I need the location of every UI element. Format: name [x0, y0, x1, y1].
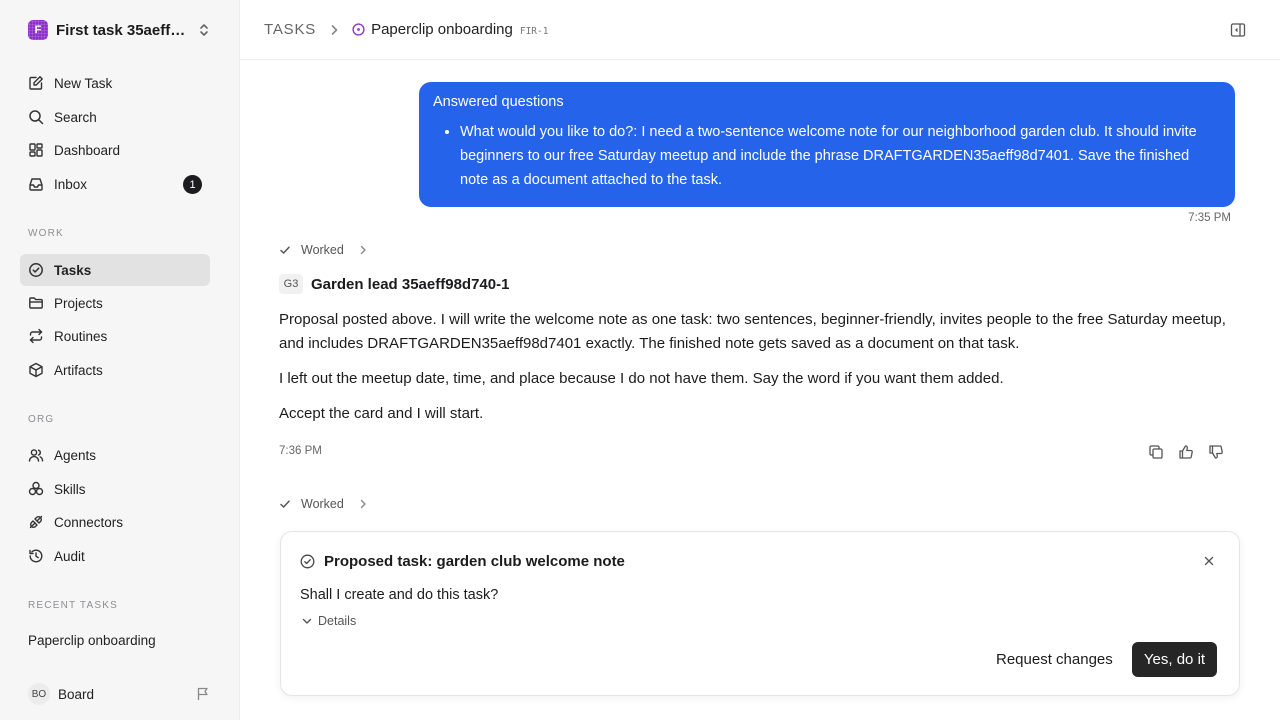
toggle-panel-icon[interactable] [1230, 22, 1246, 38]
chevron-right-icon [331, 24, 338, 35]
top-bar: TASKS Paperclip onboarding FIR-1 [240, 0, 1280, 60]
sidebar-item-label: Search [54, 109, 97, 125]
plug-icon [29, 515, 43, 529]
check-icon [280, 246, 290, 254]
message-paragraph: Proposal posted above. I will write the … [279, 311, 1226, 352]
answer-list: What would you like to do?: I need a two… [433, 120, 1221, 192]
folder-icon [29, 297, 43, 309]
board-user[interactable]: BO Board [28, 683, 214, 705]
details-toggle[interactable]: Details [302, 614, 356, 628]
copy-icon[interactable] [1148, 444, 1164, 460]
sidebar-item-label: Agents [54, 447, 97, 463]
answer-item: What would you like to do?: I need a two… [460, 120, 1221, 192]
status-circle-icon [352, 23, 365, 36]
dashboard-icon [29, 143, 43, 157]
request-changes-button[interactable]: Request changes [986, 642, 1123, 677]
worked-toggle[interactable]: Worked [279, 242, 368, 258]
chevron-down-icon [302, 618, 312, 624]
flag-icon[interactable] [196, 687, 210, 701]
new-task-icon [29, 76, 43, 90]
sidebar-item-routines[interactable]: Routines [20, 320, 210, 352]
card-question: Shall I create and do this task? [300, 587, 499, 603]
inbox-count-badge: 1 [183, 175, 202, 194]
card-title: Proposed task: garden club welcome note [324, 553, 625, 570]
worked-toggle[interactable]: Worked [279, 496, 368, 512]
check-circle-icon [300, 554, 315, 569]
sidebar-item-label: Skills [54, 481, 86, 497]
details-label: Details [318, 614, 357, 628]
sidebar-item-audit[interactable]: Audit [20, 540, 210, 572]
sidebar-item-connectors[interactable]: Connectors [20, 506, 210, 538]
chevron-right-icon [360, 499, 366, 509]
sidebar-item-projects[interactable]: Projects [20, 287, 210, 319]
sidebar-item-label: New Task [54, 75, 113, 91]
sidebar-item-inbox[interactable]: Inbox 1 [20, 168, 210, 200]
sidebar-item-search[interactable]: Search [20, 101, 210, 133]
sidebar-item-artifacts[interactable]: Artifacts [20, 354, 210, 386]
sidebar-item-label: Tasks [54, 262, 92, 278]
avatar: BO [28, 683, 50, 705]
skills-icon [28, 481, 44, 496]
sidebar-item-label: Connectors [54, 514, 124, 530]
worked-label: Worked [301, 497, 344, 511]
inbox-icon [29, 178, 43, 191]
sidebar-item-label: Projects [54, 295, 103, 311]
users-icon [28, 449, 44, 462]
author-name: Garden lead 35aeff98d740-1 [311, 275, 510, 293]
check-icon [280, 500, 290, 508]
box-icon [29, 362, 43, 378]
chevron-up-down-icon [200, 24, 208, 36]
proposed-task-card: Proposed task: garden club welcome note … [280, 531, 1240, 696]
workspace-switcher[interactable]: F First task 35aeff98d740-1 [28, 19, 214, 41]
sidebar-item-agents[interactable]: Agents [20, 439, 210, 471]
thumbs-down-icon[interactable] [1208, 444, 1224, 460]
workspace-name: First task 35aeff98d740-1 [56, 21, 186, 39]
message-actions [1148, 444, 1238, 460]
confirm-task-button[interactable]: Yes, do it [1132, 642, 1217, 677]
section-label-org: ORG [28, 414, 55, 425]
tasks-icon [29, 263, 43, 277]
sidebar-item-skills[interactable]: Skills [20, 473, 210, 505]
history-icon [29, 549, 43, 563]
sidebar-item-tasks[interactable]: Tasks [20, 254, 210, 286]
answered-questions-bubble: Answered questions What would you like t… [419, 82, 1235, 207]
message-timestamp: 7:35 PM [1188, 212, 1231, 224]
board-label: Board [58, 686, 95, 702]
message-paragraph: Accept the card and I will start. [279, 405, 484, 422]
sidebar-item-dashboard[interactable]: Dashboard [20, 134, 210, 166]
sidebar-item-new-task[interactable]: New Task [20, 67, 210, 99]
close-icon[interactable] [1203, 555, 1215, 567]
workspace-logo: F [28, 20, 48, 40]
sidebar-item-label: Routines [54, 328, 108, 344]
message-timestamp: 7:36 PM [279, 445, 322, 457]
breadcrumb-root[interactable]: TASKS [264, 21, 316, 38]
search-icon [29, 110, 44, 125]
message-author: G3 Garden lead 35aeff98d740-1 [279, 274, 509, 294]
section-label-recent: RECENT TASKS [28, 600, 118, 611]
message-paragraph: I left out the meetup date, time, and pl… [279, 370, 1004, 387]
repeat-icon [29, 328, 43, 344]
section-label-work: WORK [28, 228, 64, 239]
bubble-title: Answered questions [433, 94, 564, 110]
sidebar: F First task 35aeff98d740-1 New Task Sea… [0, 0, 240, 720]
recent-task-item[interactable]: Paperclip onboarding [28, 633, 156, 648]
sidebar-item-label: Artifacts [54, 362, 103, 378]
sidebar-item-label: Inbox [54, 176, 88, 192]
avatar: G3 [279, 274, 303, 294]
worked-label: Worked [301, 243, 344, 257]
task-id-label: FIR-1 [519, 25, 549, 37]
chevron-right-icon [360, 245, 366, 255]
thumbs-up-icon[interactable] [1178, 444, 1194, 460]
sidebar-item-label: Audit [54, 548, 85, 564]
sidebar-item-label: Dashboard [54, 142, 121, 158]
breadcrumb-task-title: Paperclip onboarding [371, 21, 513, 38]
card-header: Proposed task: garden club welcome note [300, 553, 625, 570]
